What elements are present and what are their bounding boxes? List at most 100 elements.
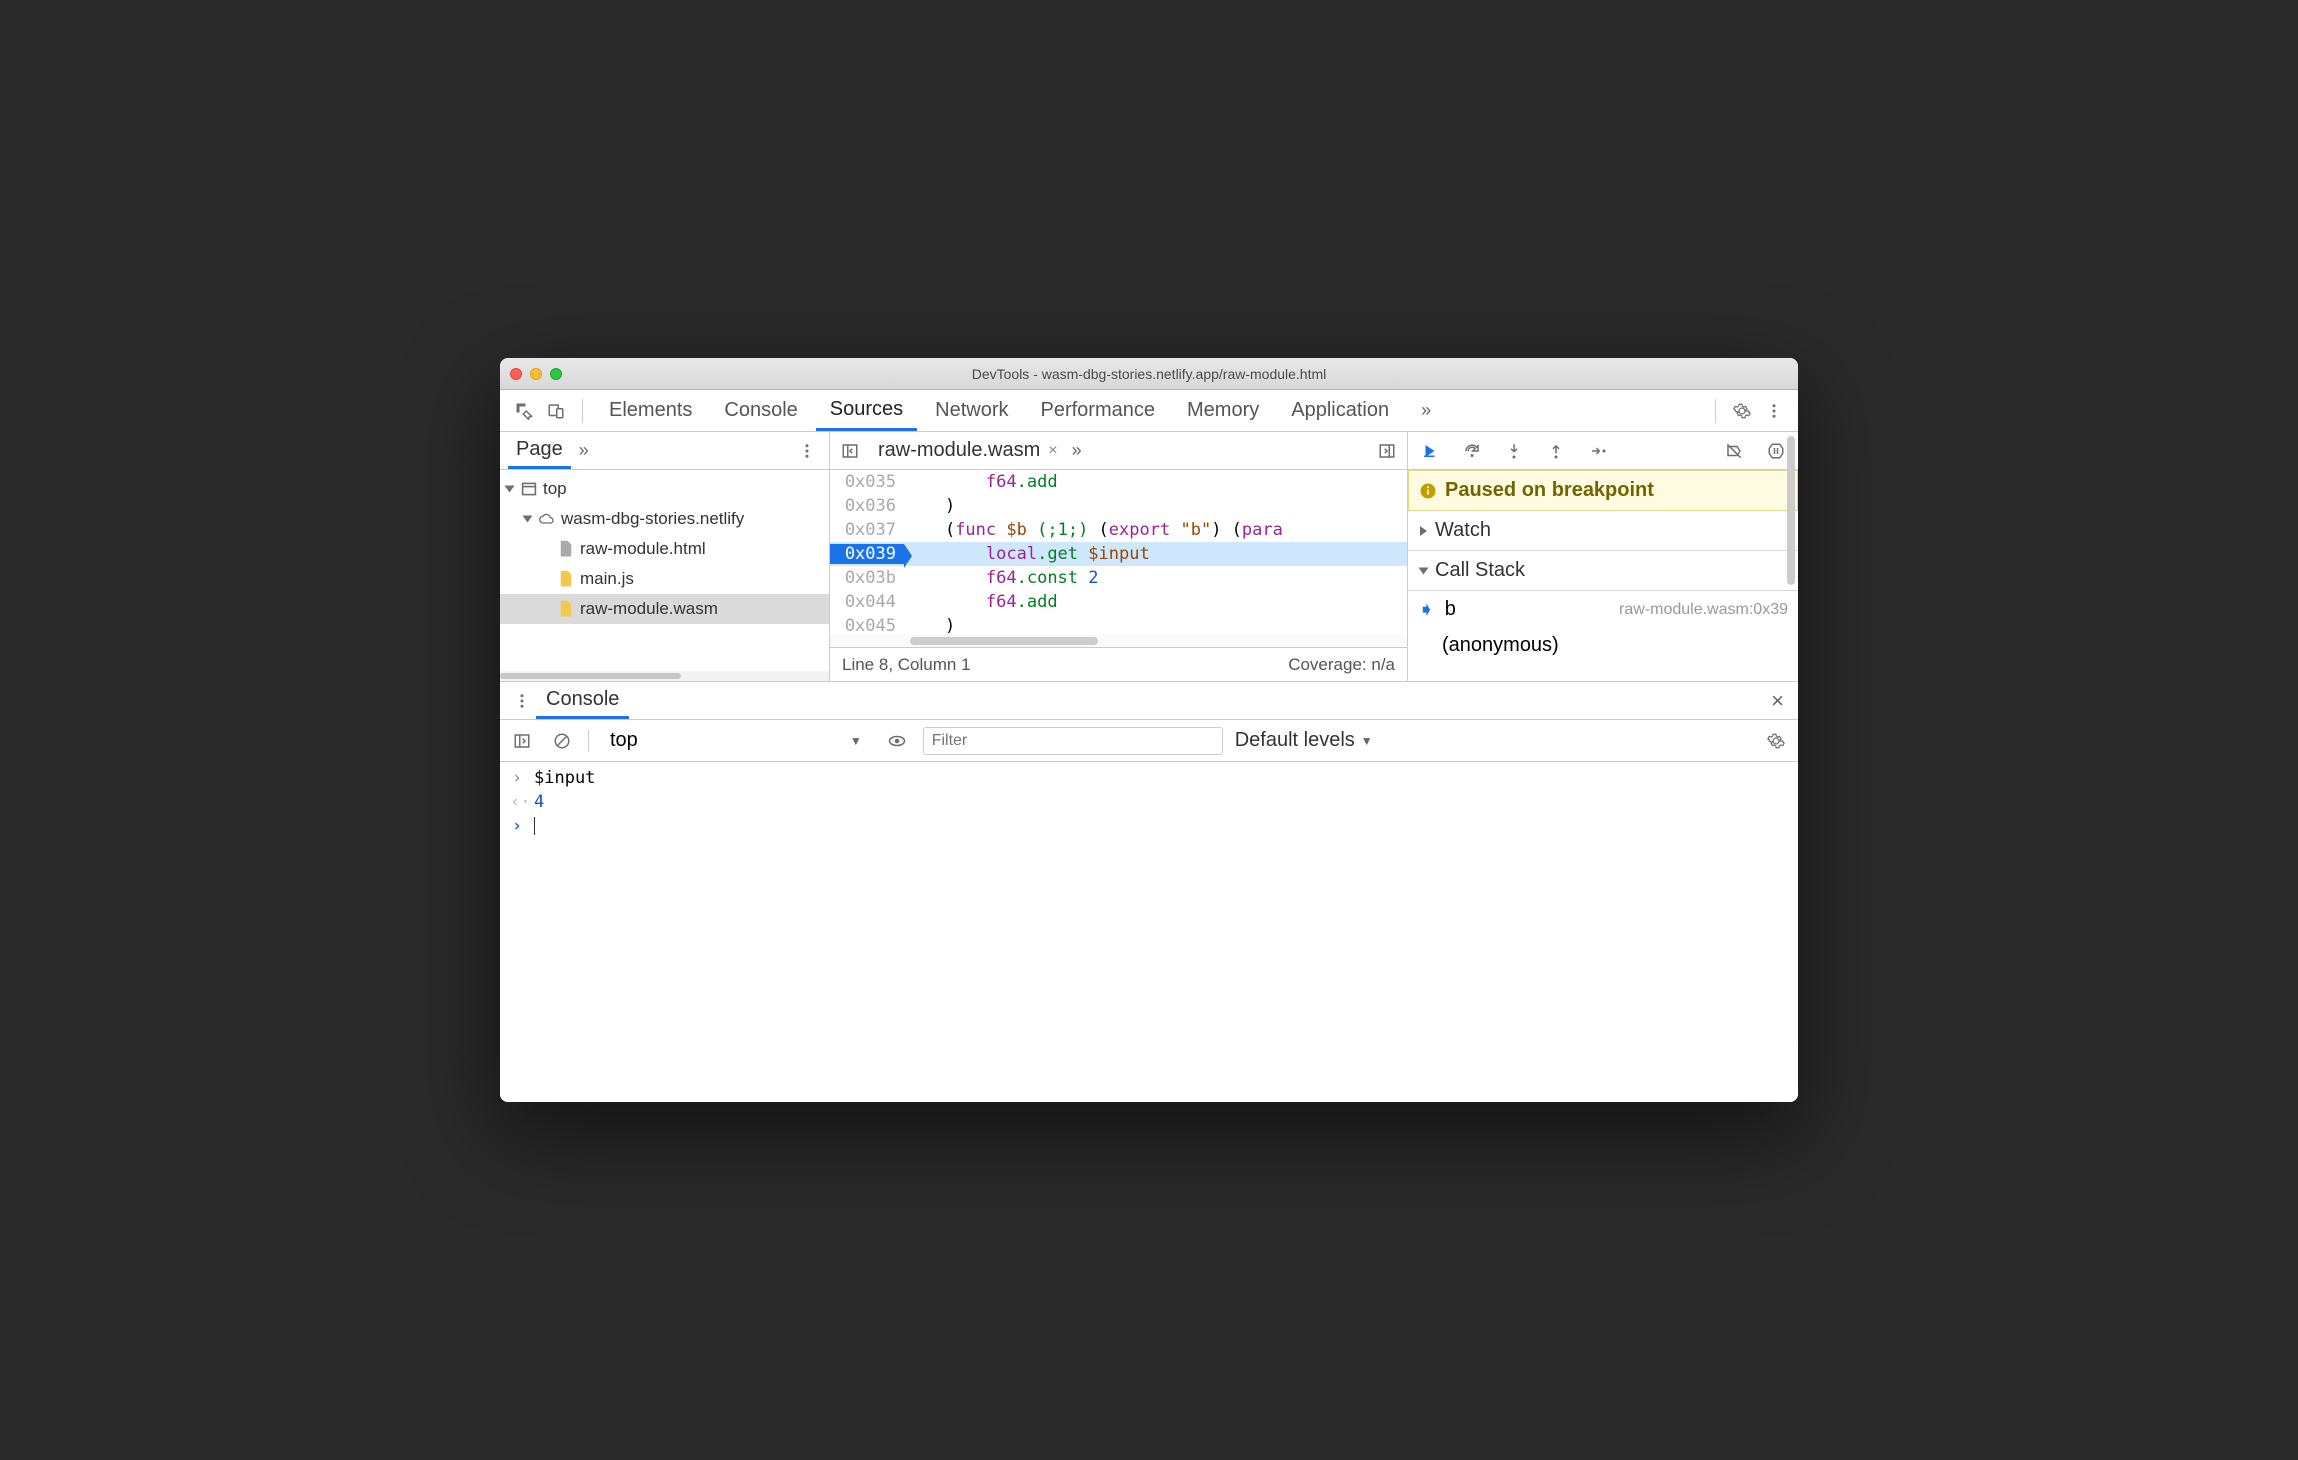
- gutter-address[interactable]: 0x03b: [830, 568, 904, 588]
- filter-input[interactable]: [923, 727, 1223, 755]
- console-drawer: Console × top ▼ Default levels ▼: [500, 682, 1798, 1102]
- frame-name: b: [1445, 598, 1456, 621]
- main-toolbar: Elements Console Sources Network Perform…: [500, 390, 1798, 432]
- editor-tabs-overflow-icon[interactable]: »: [1072, 440, 1078, 461]
- close-tab-icon[interactable]: ×: [1048, 442, 1057, 460]
- settings-gear-icon[interactable]: [1728, 397, 1756, 425]
- device-toggle-icon[interactable]: [542, 397, 570, 425]
- dropdown-caret-icon: ▼: [1361, 734, 1373, 748]
- tabs-overflow-icon[interactable]: »: [1407, 390, 1441, 431]
- frame-icon: [521, 480, 537, 498]
- levels-label: Default levels: [1235, 729, 1355, 752]
- sources-panel: Page » top wasm-dbg-stories.netlify: [500, 432, 1798, 682]
- deactivate-breakpoints-icon[interactable]: [1720, 437, 1748, 465]
- tree-label: wasm-dbg-stories.netlify: [561, 509, 744, 529]
- callstack-section[interactable]: Call Stack: [1408, 551, 1798, 591]
- tab-network[interactable]: Network: [921, 390, 1022, 431]
- tab-elements[interactable]: Elements: [595, 390, 706, 431]
- code-text: (func $b (;1;) (export "b") (para: [904, 520, 1407, 540]
- drawer-menu-icon[interactable]: [508, 687, 536, 715]
- toggle-debugger-icon[interactable]: [1373, 437, 1401, 465]
- code-line[interactable]: 0x037 (func $b (;1;) (export "b") (para: [830, 518, 1407, 542]
- editor-scrollbar[interactable]: [830, 635, 1407, 647]
- kebab-menu-icon[interactable]: [1760, 397, 1788, 425]
- gutter-address[interactable]: 0x044: [830, 592, 904, 612]
- disclosure-triangle-icon[interactable]: [1419, 567, 1429, 574]
- code-line[interactable]: 0x036 ): [830, 494, 1407, 518]
- tree-file-selected[interactable]: raw-module.wasm: [500, 594, 829, 624]
- console-sidebar-toggle-icon[interactable]: [508, 727, 536, 755]
- close-drawer-icon[interactable]: ×: [1765, 688, 1790, 714]
- inspect-icon[interactable]: [510, 397, 538, 425]
- disclosure-triangle-icon[interactable]: [505, 486, 515, 493]
- console-text: $input: [534, 768, 595, 788]
- gutter-address[interactable]: 0x035: [830, 472, 904, 492]
- tab-application[interactable]: Application: [1277, 390, 1403, 431]
- debugger-pane: Paused on breakpoint Watch Call Stack ➧ …: [1408, 432, 1798, 681]
- code-line[interactable]: 0x03b f64.const 2: [830, 566, 1407, 590]
- watch-section[interactable]: Watch: [1408, 511, 1798, 551]
- clear-console-icon[interactable]: [548, 727, 576, 755]
- maximize-window-button[interactable]: [550, 368, 562, 380]
- code-text: ): [904, 616, 1407, 635]
- console-prompt[interactable]: ›: [500, 814, 1798, 838]
- tree-file[interactable]: raw-module.html: [500, 534, 829, 564]
- input-caret-icon: ›: [510, 768, 524, 788]
- code-text: f64.add: [904, 592, 1407, 612]
- code-editor[interactable]: 0x035 f64.add0x036 )0x037 (func $b (;1;)…: [830, 470, 1407, 635]
- toggle-navigator-icon[interactable]: [836, 437, 864, 465]
- titlebar: DevTools - wasm-dbg-stories.netlify.app/…: [500, 358, 1798, 390]
- close-window-button[interactable]: [510, 368, 522, 380]
- resume-icon[interactable]: [1416, 437, 1444, 465]
- navigator-tab-page[interactable]: Page: [508, 432, 571, 469]
- disclosure-triangle-icon[interactable]: [1420, 526, 1427, 536]
- editor-tab[interactable]: raw-module.wasm ×: [872, 432, 1064, 469]
- vertical-scrollbar[interactable]: [1786, 432, 1796, 681]
- step-out-icon[interactable]: [1542, 437, 1570, 465]
- tree-file[interactable]: main.js: [500, 564, 829, 594]
- log-levels-selector[interactable]: Default levels ▼: [1235, 729, 1373, 752]
- gutter-address[interactable]: 0x039: [830, 544, 904, 564]
- tree-top[interactable]: top: [500, 474, 829, 504]
- callstack-frame[interactable]: ➧ b raw-module.wasm:0x39: [1408, 591, 1798, 628]
- minimize-window-button[interactable]: [530, 368, 542, 380]
- tree-label: main.js: [580, 569, 634, 589]
- navigator-menu-icon[interactable]: [793, 437, 821, 465]
- tab-sources[interactable]: Sources: [816, 390, 917, 431]
- frame-location: raw-module.wasm:0x39: [1619, 601, 1788, 619]
- code-line[interactable]: 0x045 ): [830, 614, 1407, 635]
- tab-memory[interactable]: Memory: [1173, 390, 1273, 431]
- main-tabs: Elements Console Sources Network Perform…: [595, 390, 1703, 431]
- text-cursor: [534, 817, 535, 835]
- frame-name: (anonymous): [1442, 634, 1559, 657]
- coverage-status: Coverage: n/a: [1288, 655, 1395, 675]
- console-row-output: ‹· 4: [500, 790, 1798, 814]
- editor-status-bar: Line 8, Column 1 Coverage: n/a: [830, 647, 1407, 681]
- tab-performance[interactable]: Performance: [1027, 390, 1170, 431]
- code-line[interactable]: 0x044 f64.add: [830, 590, 1407, 614]
- tab-console[interactable]: Console: [710, 390, 811, 431]
- navigator-overflow-icon[interactable]: »: [579, 440, 585, 461]
- console-output[interactable]: › $input ‹· 4 ›: [500, 762, 1798, 1102]
- disclosure-triangle-icon[interactable]: [523, 516, 533, 523]
- file-tree[interactable]: top wasm-dbg-stories.netlify raw-module.…: [500, 470, 829, 671]
- drawer-tab-console[interactable]: Console: [536, 682, 629, 719]
- gutter-address[interactable]: 0x045: [830, 616, 904, 635]
- step-into-icon[interactable]: [1500, 437, 1528, 465]
- horizontal-scrollbar[interactable]: [500, 671, 829, 681]
- step-icon[interactable]: [1584, 437, 1612, 465]
- callstack-frame[interactable]: (anonymous): [1408, 628, 1798, 663]
- tree-domain[interactable]: wasm-dbg-stories.netlify: [500, 504, 829, 534]
- step-over-icon[interactable]: [1458, 437, 1486, 465]
- live-expression-icon[interactable]: [883, 727, 911, 755]
- code-text: f64.const 2: [904, 568, 1407, 588]
- code-line[interactable]: 0x035 f64.add: [830, 470, 1407, 494]
- code-line[interactable]: 0x039 local.get $input: [830, 542, 1407, 566]
- gutter-address[interactable]: 0x036: [830, 496, 904, 516]
- gutter-address[interactable]: 0x037: [830, 520, 904, 540]
- file-icon: [558, 600, 574, 618]
- console-settings-gear-icon[interactable]: [1762, 727, 1790, 755]
- context-selector[interactable]: top ▼: [601, 726, 871, 755]
- drawer-tabbar: Console ×: [500, 682, 1798, 720]
- code-text: ): [904, 496, 1407, 516]
